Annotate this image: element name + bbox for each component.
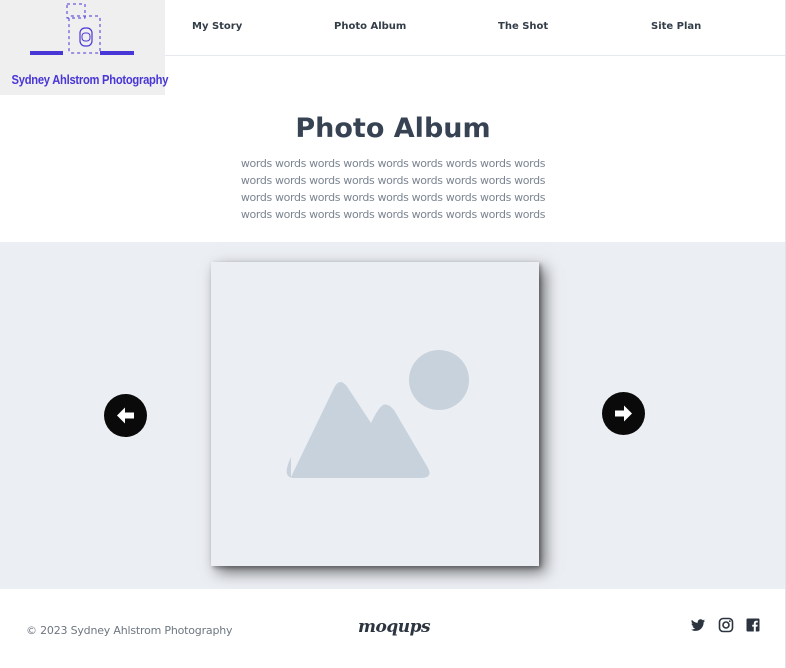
arrow-left-icon [117, 407, 134, 424]
twitter-link[interactable] [690, 617, 706, 633]
nav-item-my-story[interactable]: My Story [192, 21, 242, 32]
logo-text: Sydney Ahlstrom Photography [11, 72, 169, 87]
arrow-right-icon [615, 405, 632, 422]
footer-brand-logo[interactable]: moqups [358, 617, 431, 637]
photo-frame[interactable] [211, 262, 539, 566]
carousel-next-button[interactable] [602, 392, 645, 435]
image-placeholder-icon [286, 350, 469, 478]
page-title: Photo Album [295, 113, 491, 144]
carousel-prev-button[interactable] [104, 394, 147, 437]
instagram-link[interactable] [718, 617, 734, 633]
site-logo[interactable]: Sydney Ahlstrom Photography [0, 0, 169, 95]
nav-item-the-shot[interactable]: The Shot [498, 21, 548, 32]
nav-item-site-plan[interactable]: Site Plan [651, 21, 701, 32]
facebook-icon [746, 618, 760, 632]
twitter-icon [691, 619, 705, 631]
footer-copyright: © 2023 Sydney Ahlstrom Photography [26, 624, 233, 637]
nav-item-photo-album[interactable]: Photo Album [334, 21, 406, 32]
photo-carousel [0, 242, 785, 589]
intro-paragraph: words words words words words words word… [240, 157, 546, 221]
instagram-icon [718, 617, 734, 633]
facebook-link[interactable] [745, 617, 761, 633]
